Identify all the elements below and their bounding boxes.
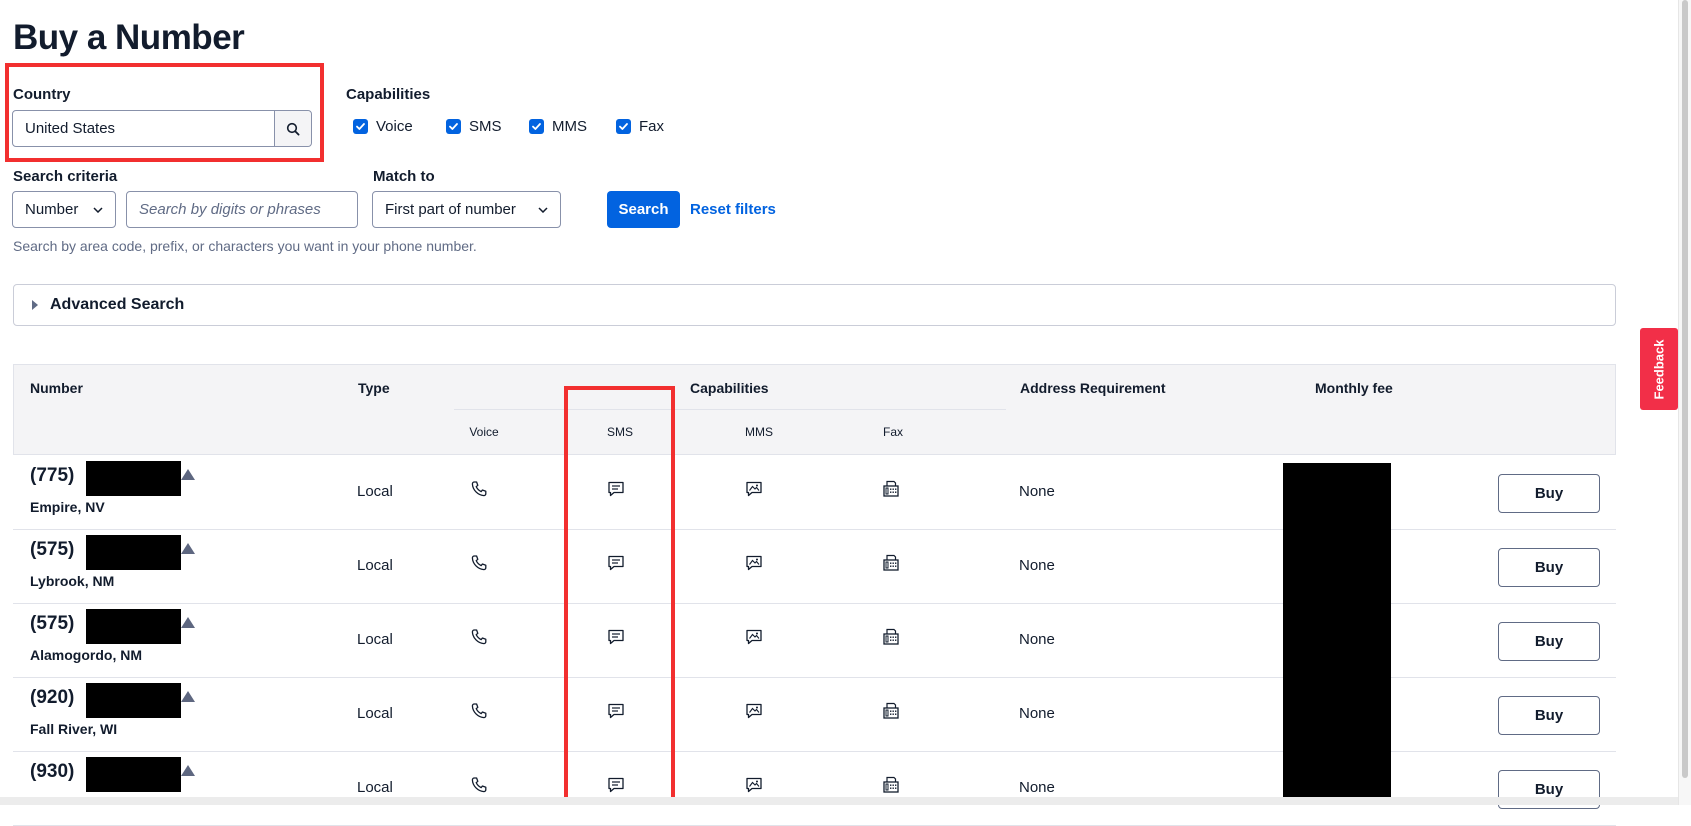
mms-icon [744, 627, 766, 649]
sort-up-icon [181, 543, 195, 554]
caret-right-icon [32, 300, 38, 310]
number-redaction [86, 461, 181, 496]
mms-checkbox[interactable]: MMS [529, 118, 587, 135]
header-voice: Voice [469, 425, 499, 439]
voice-checkbox-label: Voice [376, 118, 413, 135]
mms-checkbox-label: MMS [552, 118, 587, 135]
country-highlight-box [5, 63, 324, 162]
check-icon [446, 119, 461, 134]
address-requirement: None [1019, 631, 1055, 648]
fax-icon [881, 479, 903, 501]
match-to-select[interactable]: First part of number [372, 191, 561, 228]
search-criteria-value: Number [25, 201, 79, 218]
monthly-fee-redaction [1283, 463, 1391, 799]
number-area-code: (920) [30, 687, 75, 708]
phone-icon [469, 627, 491, 649]
advanced-search-toggle[interactable]: Advanced Search [13, 284, 1616, 326]
number-location: Fall River, WI [30, 721, 118, 737]
check-icon [529, 119, 544, 134]
sort-up-icon [181, 765, 195, 776]
vertical-scrollbar-thumb[interactable] [1682, 0, 1688, 778]
address-requirement: None [1019, 705, 1055, 722]
header-type: Type [358, 380, 390, 396]
buy-button[interactable]: Buy [1498, 474, 1600, 513]
phone-icon [469, 701, 491, 723]
header-monthly-fee: Monthly fee [1315, 380, 1393, 396]
horizontal-scrollbar[interactable] [0, 797, 1678, 805]
search-digits-input[interactable] [126, 191, 358, 228]
number-type: Local [357, 557, 393, 574]
mms-icon [744, 701, 766, 723]
chevron-down-icon [538, 206, 548, 213]
number-redaction [86, 683, 181, 718]
advanced-search-label: Advanced Search [50, 296, 185, 313]
reset-filters-link[interactable]: Reset filters [690, 201, 776, 218]
buy-button[interactable]: Buy [1498, 548, 1600, 587]
header-capabilities: Capabilities [690, 380, 769, 396]
feedback-tab[interactable]: Feedback [1640, 328, 1678, 410]
chevron-down-icon [93, 206, 103, 213]
sort-up-icon [181, 691, 195, 702]
number-location: Lybrook, NM [30, 573, 115, 589]
sort-up-icon [181, 469, 195, 480]
fax-icon [881, 627, 903, 649]
header-mms: MMS [745, 425, 773, 439]
capabilities-divider [454, 409, 1006, 410]
phone-icon [469, 479, 491, 501]
number-area-code: (575) [30, 613, 75, 634]
number-type: Local [357, 483, 393, 500]
check-icon [616, 119, 631, 134]
mms-icon [744, 775, 766, 797]
fax-icon [881, 701, 903, 723]
capabilities-label: Capabilities [346, 86, 431, 103]
number-type: Local [357, 705, 393, 722]
number-type: Local [357, 631, 393, 648]
buy-button[interactable]: Buy [1498, 696, 1600, 735]
mms-icon [744, 479, 766, 501]
number-redaction [86, 757, 181, 792]
fax-checkbox-label: Fax [639, 118, 665, 135]
header-number: Number [30, 380, 83, 396]
number-area-code: (930) [30, 761, 75, 782]
address-requirement: None [1019, 779, 1055, 796]
number-redaction [86, 535, 181, 570]
check-icon [353, 119, 368, 134]
feedback-label: Feedback [1651, 339, 1667, 399]
mms-icon [744, 553, 766, 575]
fax-checkbox[interactable]: Fax [616, 118, 664, 135]
match-to-value: First part of number [385, 201, 516, 218]
header-fax: Fax [882, 425, 904, 439]
number-location: Alamogordo, NM [30, 647, 142, 663]
search-criteria-label: Search criteria [13, 168, 118, 185]
search-criteria-select[interactable]: Number [12, 191, 116, 228]
sms-column-highlight-box [564, 386, 675, 804]
header-address-requirement: Address Requirement [1020, 380, 1166, 396]
search-button[interactable]: Search [607, 191, 680, 228]
number-location: Empire, NV [30, 499, 105, 515]
number-type: Local [357, 779, 393, 796]
phone-icon [469, 553, 491, 575]
fax-icon [881, 553, 903, 575]
match-to-label: Match to [373, 168, 435, 185]
sms-checkbox-label: SMS [469, 118, 502, 135]
voice-checkbox[interactable]: Voice [353, 118, 413, 135]
sms-checkbox[interactable]: SMS [446, 118, 502, 135]
search-help-text: Search by area code, prefix, or characte… [13, 238, 477, 254]
sort-up-icon [181, 617, 195, 628]
number-area-code: (775) [30, 465, 75, 486]
results-table-header: Number Type Capabilities Address Require… [13, 364, 1616, 455]
number-redaction [86, 609, 181, 644]
phone-icon [469, 775, 491, 797]
fax-icon [881, 775, 903, 797]
address-requirement: None [1019, 557, 1055, 574]
number-area-code: (575) [30, 539, 75, 560]
page-title: Buy a Number [13, 18, 245, 57]
buy-button[interactable]: Buy [1498, 622, 1600, 661]
address-requirement: None [1019, 483, 1055, 500]
